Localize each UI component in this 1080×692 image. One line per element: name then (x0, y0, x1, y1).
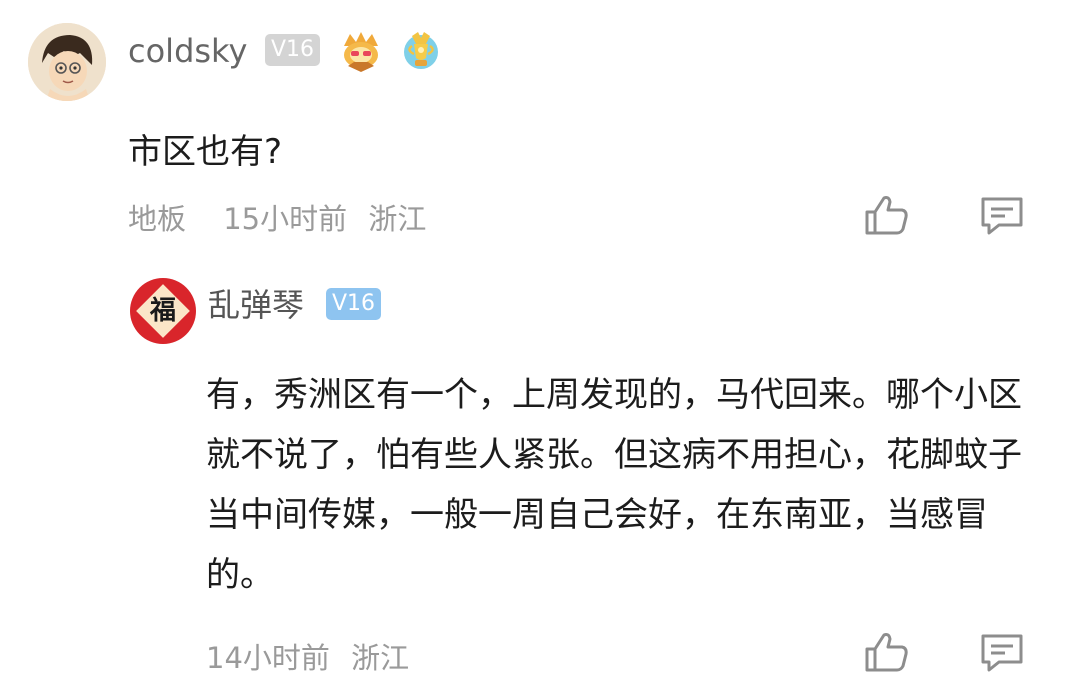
comment-location: 浙江 (368, 202, 427, 236)
cartoon-avatar-icon (28, 23, 106, 101)
reply-location: 浙江 (351, 641, 410, 675)
fu-glyph: 福 (149, 296, 176, 326)
comment-meta: 地板 15小时前 浙江 (128, 205, 454, 234)
user-avatar[interactable] (28, 23, 106, 101)
comment-text: 市区也有? (128, 132, 283, 172)
thumbs-up-icon[interactable] (864, 631, 910, 673)
floor-label: 地板 (128, 202, 187, 236)
comment-time: 15小时前 (223, 202, 348, 236)
thumbs-up-icon[interactable] (864, 194, 910, 236)
reply-username[interactable]: 乱弹琴 (208, 289, 304, 321)
comment-bubble-icon[interactable] (979, 632, 1025, 674)
level-badge: V16 (326, 288, 382, 320)
reply-text: 有，秀洲区有一个，上周发现的，马代回来。哪个小区就不说了，怕有些人紧张。但这病不… (206, 375, 1022, 595)
level-badge: V16 (265, 34, 321, 66)
reply-avatar[interactable]: 福 (130, 278, 196, 344)
reply-time: 14小时前 (206, 641, 330, 675)
reply-meta: 14小时前 浙江 (206, 644, 437, 673)
comment-bubble-icon[interactable] (979, 195, 1025, 237)
trophy-medal-icon[interactable] (398, 28, 444, 74)
comment-username[interactable]: coldsky (128, 35, 247, 67)
crown-medal-icon[interactable] (338, 28, 384, 74)
